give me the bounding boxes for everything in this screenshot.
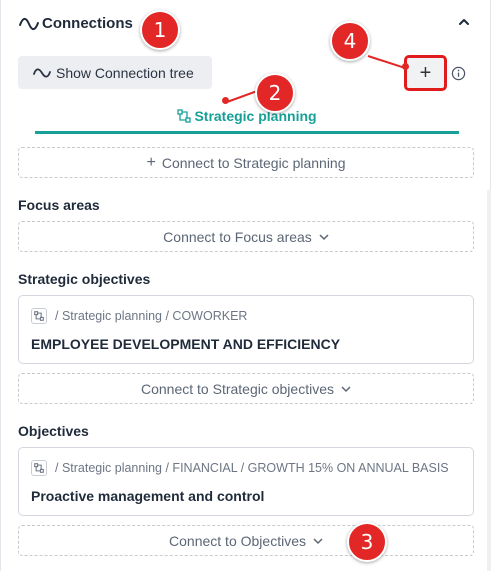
active-tab-underline [35, 131, 459, 134]
annotation-badge-4: 4 [330, 21, 370, 61]
info-icon[interactable] [451, 66, 466, 81]
connect-strategic-planning-button[interactable]: + Connect to Strategic planning [18, 147, 474, 178]
card-title: Proactive management and control [31, 488, 265, 504]
section-title-strategic-objectives: Strategic objectives [18, 271, 151, 287]
panel-title: Connections [42, 15, 133, 32]
hierarchy-icon [177, 109, 192, 123]
annotation-badge-3: 3 [347, 522, 387, 562]
chevron-down-icon [341, 385, 351, 392]
tab-strategic-planning[interactable]: Strategic planning [35, 108, 459, 124]
add-connection-button[interactable]: + [404, 55, 447, 91]
section-title-focus-areas: Focus areas [18, 197, 100, 213]
card-path: / Strategic planning / COWORKER [31, 308, 247, 324]
connect-strategic-objectives-button[interactable]: Connect to Strategic objectives [18, 373, 474, 404]
chevron-up-icon[interactable] [457, 16, 471, 28]
connect-objectives-button[interactable]: Connect to Objectives [18, 525, 474, 556]
strategic-objective-card[interactable]: / Strategic planning / COWORKER EMPLOYEE… [18, 295, 474, 364]
card-title: EMPLOYEE DEVELOPMENT AND EFFICIENCY [31, 336, 341, 352]
card-path-text: / Strategic planning / COWORKER [55, 309, 248, 323]
show-connection-tree-button[interactable]: Show Connection tree [18, 56, 212, 89]
card-path-text: / Strategic planning / FINANCIAL / GROWT… [55, 461, 449, 475]
chevron-down-icon [313, 537, 323, 544]
scrollbar-track[interactable] [487, 190, 491, 571]
hierarchy-icon [31, 308, 47, 324]
wave-icon [33, 67, 51, 78]
tab-label: Strategic planning [194, 108, 317, 124]
tree-button-label: Show Connection tree [56, 64, 194, 81]
annotation-dot-2 [222, 97, 229, 104]
objective-card[interactable]: / Strategic planning / FINANCIAL / GROWT… [18, 447, 474, 516]
wave-icon [19, 17, 39, 31]
annotation-badge-2: 2 [255, 73, 295, 113]
hierarchy-icon [31, 460, 47, 476]
connect-focus-label: Connect to Focus areas [163, 228, 312, 245]
connections-panel: Connections Show Connection tree + Strat… [0, 0, 491, 571]
annotation-dot-4 [402, 63, 409, 70]
section-title-objectives: Objectives [18, 423, 89, 439]
chevron-down-icon [319, 233, 329, 240]
add-button-label: + [419, 62, 432, 84]
annotation-badge-1: 1 [140, 10, 180, 50]
connect-focus-areas-button[interactable]: Connect to Focus areas [18, 221, 474, 252]
plus-icon: + [146, 153, 156, 171]
card-path: / Strategic planning / FINANCIAL / GROWT… [31, 460, 449, 476]
connect-strategic-label: Connect to Strategic objectives [141, 380, 334, 397]
connect-objectives-label: Connect to Objectives [169, 532, 306, 549]
connect-top-label: Connect to Strategic planning [161, 154, 346, 171]
